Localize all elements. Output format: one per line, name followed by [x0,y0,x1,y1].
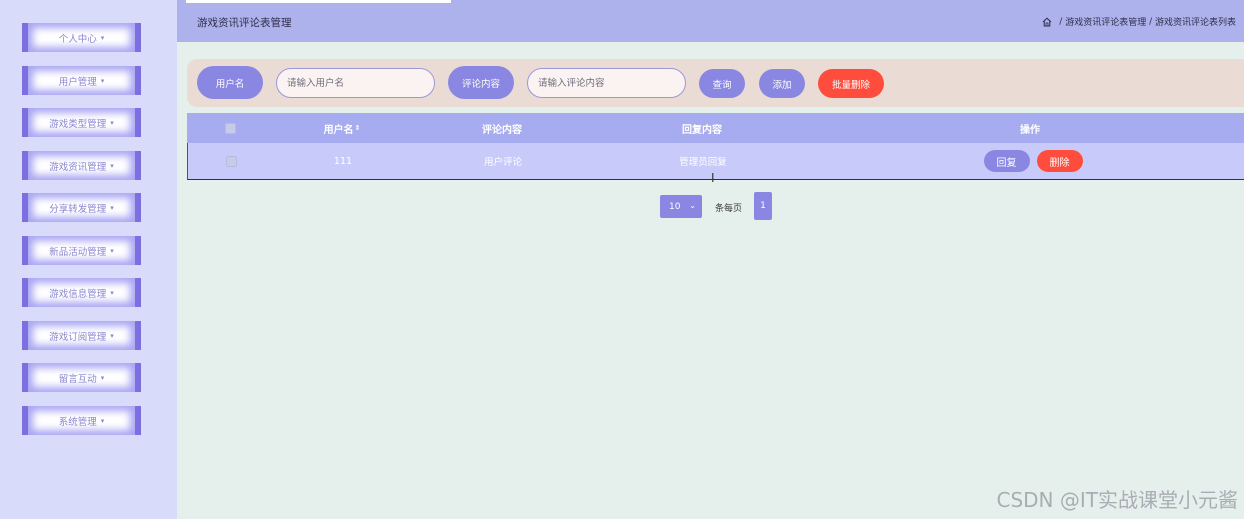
caret-down-icon: ▾ [100,416,105,425]
sidebar-item-label: 系统管理 [58,416,97,428]
add-button[interactable]: 添加 [759,69,805,98]
search-bar: 用户名 评论内容 查询 添加 批量删除 [187,59,1244,107]
sidebar-item-label: 留言互动 [58,373,97,385]
watermark: CSDN @IT实战课堂小元酱 [996,488,1239,512]
breadcrumb: / 游戏资讯评论表管理 / 游戏资讯评论表列表 [1042,15,1236,28]
chevron-down-icon: ⌄ [689,201,696,210]
sidebar-item-system-management[interactable]: 系统管理 ▾ [22,406,141,435]
column-header-reply-content: 回复内容 [682,124,722,136]
sidebar-item-label: 新品活动管理 [49,246,107,258]
caret-down-icon: ▾ [100,373,105,382]
sidebar-item-game-subscription-management[interactable]: 游戏订阅管理 ▾ [22,321,141,350]
sidebar-item-game-info-management[interactable]: 游戏信息管理 ▾ [22,278,141,307]
page-size-select[interactable]: 10 ⌄ [660,195,702,218]
comment-content-search-input[interactable] [527,68,686,98]
caret-down-icon: ▾ [110,331,114,340]
sidebar-item-label: 游戏信息管理 [49,288,107,300]
caret-down-icon: ▾ [110,246,114,255]
sidebar-item-share-management[interactable]: 分享转发管理 ▾ [22,193,141,222]
sidebar-item-label: 分享转发管理 [49,203,107,215]
sidebar-item-label: 游戏订阅管理 [49,331,107,343]
text-cursor-icon: Ι [711,171,715,185]
delete-button[interactable]: 删除 [1036,150,1083,172]
sidebar-item-game-type-management[interactable]: 游戏类型管理 ▾ [22,108,141,137]
home-icon[interactable] [1042,17,1052,27]
cell-comment-content: 用户评论 [483,157,522,168]
comment-content-label: 评论内容 [448,66,514,99]
caret-down-icon: ▾ [100,76,105,85]
per-page-label: 条每页 [715,204,743,214]
breadcrumb-separator: / [1056,16,1066,27]
sidebar-item-personal-center[interactable]: 个人中心 ▾ [22,23,141,52]
table-header: 用户名 ⇕ 评论内容 回复内容 操作 [187,113,1244,143]
active-tab-indicator [186,0,451,3]
query-button[interactable]: 查询 [699,69,745,98]
page-size-value: 10 [669,201,681,212]
select-all-cell [223,113,237,143]
username-label: 用户名 [197,66,263,99]
cell-actions: 回复 删除 [978,143,1088,179]
caret-down-icon: ▾ [110,203,114,212]
cell-username: 111 [333,155,353,167]
sidebar-item-game-news-management[interactable]: 游戏资讯管理 ▾ [22,151,141,180]
sidebar-item-new-event-management[interactable]: 新品活动管理 ▾ [22,236,141,265]
column-header-actions: 操作 [1020,124,1040,136]
caret-down-icon: ▾ [110,118,114,127]
reply-button[interactable]: 回复 [983,150,1030,172]
breadcrumb-separator: / [1146,16,1155,27]
table-row: 111 用户评论 管理员回复 回复 删除 [187,143,1244,180]
caret-down-icon: ▾ [110,288,114,297]
row-checkbox[interactable] [225,155,237,167]
comments-table: 用户名 ⇕ 评论内容 回复内容 操作 111 用户评论 管理员回复 回复 删除 [187,113,1244,180]
sidebar-item-message-interaction[interactable]: 留言互动 ▾ [22,363,141,392]
breadcrumb-item-list: 游戏资讯评论表列表 [1154,18,1236,28]
column-header-username[interactable]: 用户名 ⇕ [292,113,392,143]
sidebar-item-label: 游戏资讯管理 [49,161,107,173]
cell-reply-content: 管理员回复 [679,157,727,168]
caret-down-icon: ▾ [100,33,105,42]
sidebar-item-label: 游戏类型管理 [49,118,107,130]
row-select-cell [224,143,238,179]
page-button-current[interactable]: 1 [754,192,772,220]
sidebar: 个人中心 ▾ 用户管理 ▾ 游戏类型管理 ▾ 游戏资讯管理 ▾ 分享转发管理 ▾ 新品活动… [0,0,177,519]
select-all-checkbox[interactable] [224,122,236,134]
breadcrumb-item-management[interactable]: 游戏资讯评论表管理 [1065,15,1146,28]
page-header: 游戏资讯评论表管理 / 游戏资讯评论表管理 / 游戏资讯评论表列表 [177,0,1244,42]
column-header-comment-content: 评论内容 [482,124,522,136]
sidebar-item-user-management[interactable]: 用户管理 ▾ [22,66,141,95]
batch-delete-button[interactable]: 批量删除 [818,69,884,98]
sidebar-item-label: 个人中心 [58,33,97,45]
column-header-label: 用户名 [323,124,354,136]
page-title: 游戏资讯评论表管理 [197,17,292,29]
username-search-input[interactable] [276,68,435,98]
caret-down-icon: ▾ [110,161,114,170]
sort-icon[interactable]: ⇕ [355,124,361,132]
sidebar-item-label: 用户管理 [58,76,97,88]
